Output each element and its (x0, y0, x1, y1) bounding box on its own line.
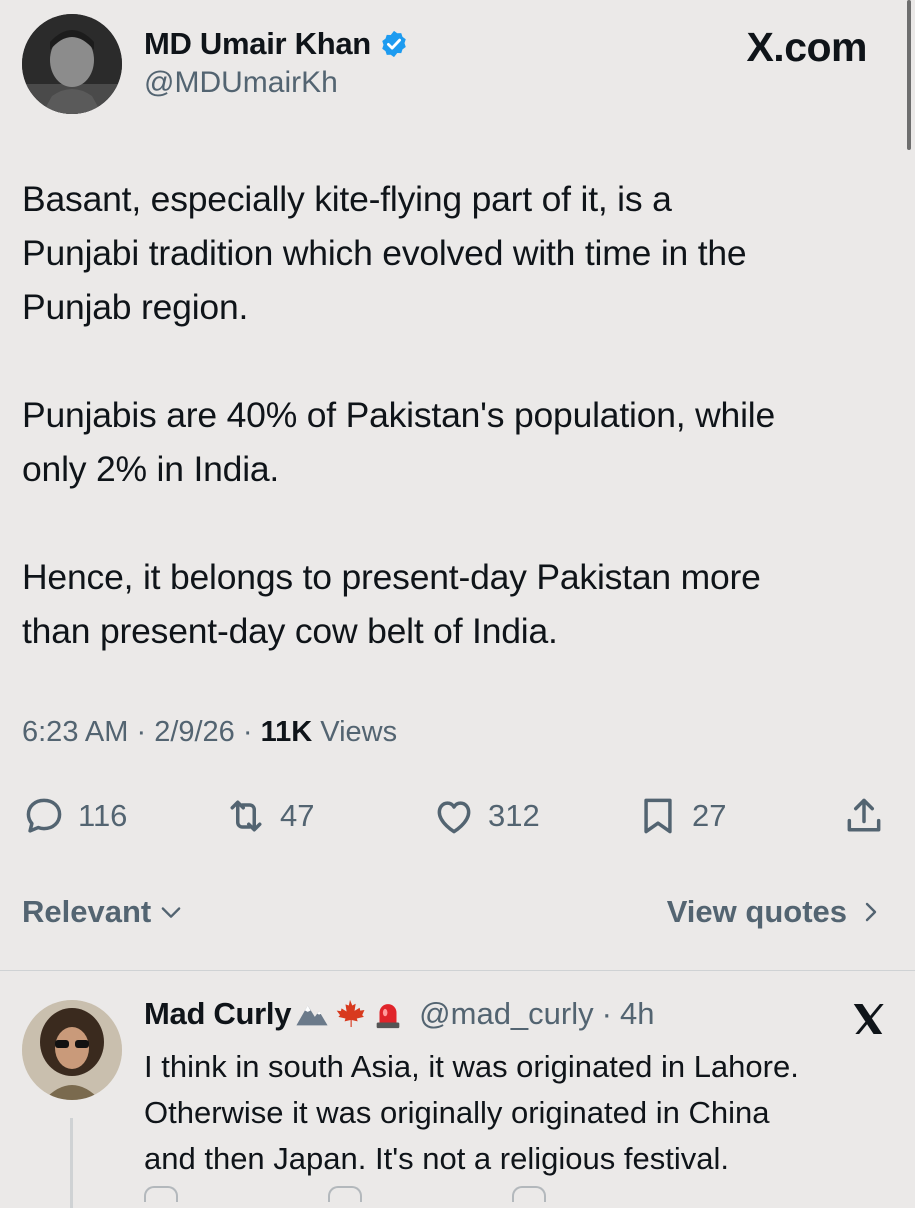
post-time[interactable]: 6:23 AM (22, 716, 128, 748)
reply-button[interactable]: 116 (22, 794, 127, 838)
sort-label: Relevant (22, 894, 152, 929)
verified-badge-icon (379, 29, 409, 59)
meta-separator: · (242, 716, 261, 748)
bookmark-count: 27 (692, 798, 727, 833)
post-date[interactable]: 2/9/26 (154, 716, 235, 748)
reply-count: 116 (78, 798, 128, 833)
repost-count: 47 (280, 798, 315, 833)
post-text: Basant, especially kite-flying part of i… (22, 179, 776, 651)
view-quotes-link[interactable]: View quotes (667, 894, 883, 930)
share-icon (847, 798, 881, 832)
views-label: Views (320, 716, 398, 748)
chevron-down-icon (161, 907, 181, 918)
meta-separator: · (136, 716, 155, 748)
reply-header: Mad Curly @mad_curly · 4h (144, 996, 654, 1032)
like-count: 312 (488, 798, 540, 833)
siren-emoji-icon (371, 997, 405, 1031)
author-name[interactable]: MD Umair Khan (144, 26, 371, 62)
brand-label: X.com (746, 24, 867, 70)
repost-icon (230, 800, 262, 832)
like-button[interactable]: 312 (432, 794, 540, 838)
bookmark-icon (644, 798, 672, 834)
post-meta: 6:23 AM · 2/9/26 · 11K Views (22, 716, 397, 749)
reply-author-name[interactable]: Mad Curly (144, 996, 291, 1032)
reply-age[interactable]: 4h (620, 996, 654, 1032)
author-avatar[interactable] (22, 14, 122, 114)
share-button[interactable] (842, 794, 886, 838)
author-row: MD Umair Khan (144, 26, 409, 62)
author-handle[interactable]: @MDUmairKh (144, 66, 338, 100)
meta-separator: · (601, 996, 612, 1031)
thread-line (70, 1118, 73, 1208)
mountain-emoji-icon (295, 997, 329, 1031)
views-count[interactable]: 11K (261, 716, 313, 748)
divider (0, 970, 915, 971)
reply-icon (26, 798, 62, 833)
repost-button[interactable]: 47 (224, 794, 314, 838)
bookmark-button[interactable]: 27 (636, 794, 726, 838)
reply-actions-partial (144, 1186, 784, 1202)
close-icon[interactable] (849, 1000, 887, 1048)
scrollbar[interactable] (907, 0, 911, 150)
like-icon (437, 801, 471, 834)
sort-dropdown[interactable]: Relevant (22, 894, 185, 930)
reply-text: I think in south Asia, it was originated… (144, 1049, 799, 1176)
view-quotes-label: View quotes (666, 894, 847, 929)
reply-author-handle[interactable]: @mad_curly (419, 996, 593, 1032)
maple-leaf-emoji-icon (333, 997, 367, 1031)
x-logo-icon: X.com (746, 24, 867, 71)
reply-avatar[interactable] (22, 1000, 122, 1100)
chevron-right-icon (865, 902, 877, 922)
